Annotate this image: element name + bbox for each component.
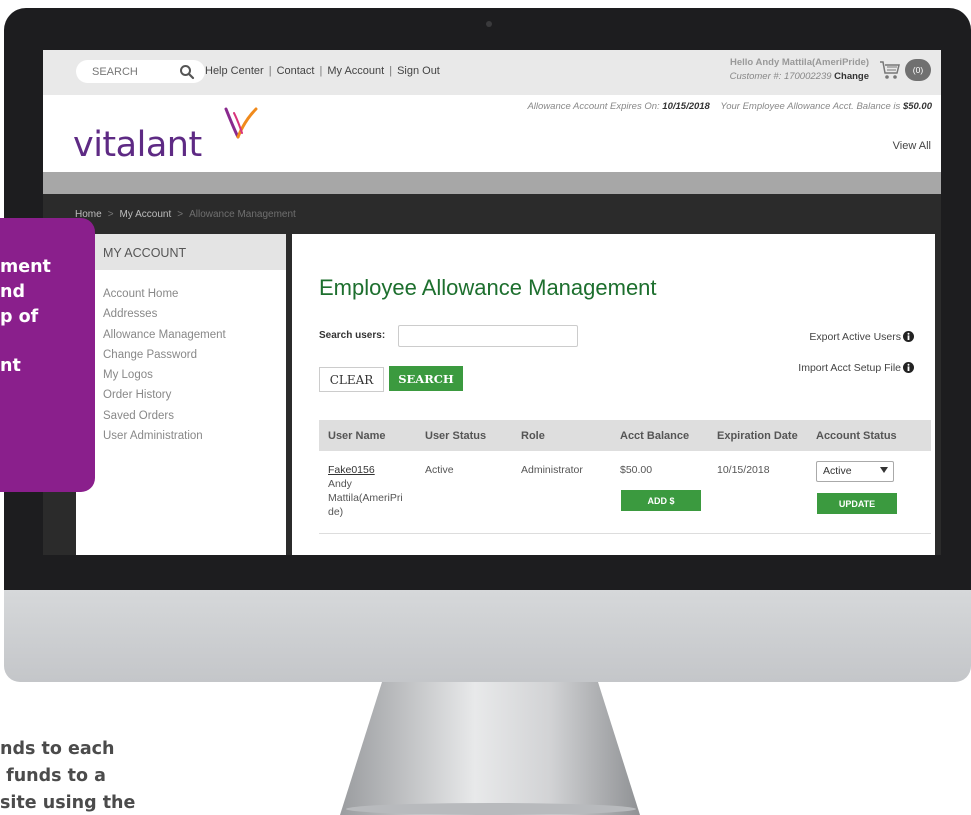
breadcrumb-my-account[interactable]: My Account (120, 209, 172, 220)
top-bar: SEARCH Help Center | Contact | My Account | Si… (43, 50, 941, 95)
callout-text: ment nd p of nt (0, 257, 51, 377)
role-cell: Administrator (521, 464, 583, 476)
user-full-name-2: Mattila(AmeriPri (328, 492, 403, 504)
search-placeholder: SEARCH (92, 65, 138, 78)
add-funds-button[interactable]: ADD $ (621, 490, 701, 511)
col-user-status: User Status (425, 430, 487, 442)
page-title: Employee Allowance Management (319, 275, 657, 300)
import-acct-setup-link[interactable]: Import Acct Setup File (798, 362, 901, 374)
table-row: Fake0156 Andy Mattila(AmeriPri de) Activ… (319, 451, 931, 534)
top-links: Help Center | Contact | My Account | Sign Out (205, 65, 440, 77)
breadcrumb-current: Allowance Management (189, 209, 296, 220)
user-status-cell: Active (425, 464, 454, 476)
search-button[interactable]: SEARCH (389, 366, 463, 391)
balance-label: Your Employee Allowance Acct. Balance is (720, 101, 901, 112)
user-id-link[interactable]: Fake0156 (328, 463, 413, 477)
col-user-name: User Name (328, 430, 386, 442)
info-icon[interactable] (903, 362, 914, 373)
sidebar-item-my-logos[interactable]: My Logos (103, 365, 286, 385)
sidebar-item-saved-orders[interactable]: Saved Orders (103, 406, 286, 426)
user-name-cell: Fake0156 Andy Mattila(AmeriPri de) (328, 463, 413, 519)
screen: SEARCH Help Center | Contact | My Account | Si… (43, 50, 941, 555)
balance-value: $50.00 (902, 101, 932, 112)
change-customer-link[interactable]: Change (834, 71, 869, 82)
sidebar-item-change-password[interactable]: Change Password (103, 345, 286, 365)
user-full-name-3: de) (328, 506, 344, 518)
contact-link[interactable]: Contact (277, 65, 315, 77)
content-area: Home > My Account > Allowance Management MY … (43, 194, 941, 555)
stand-base (346, 803, 636, 815)
clear-button[interactable]: CLEAR (319, 367, 384, 392)
col-role: Role (521, 430, 545, 442)
user-greeting: Hello Andy Mattila(AmeriPride) Customer … (730, 56, 869, 84)
sidebar-item-addresses[interactable]: Addresses (103, 304, 286, 324)
user-full-name-1: Andy (328, 478, 352, 490)
sidebar-menu: Account Home Addresses Allowance Managem… (76, 270, 286, 446)
site-header: vitalant Allowance Account Expires On: 1… (43, 95, 941, 172)
table-header: User Name User Status Role Acct Balance … (319, 420, 931, 451)
search-icon[interactable] (179, 64, 195, 80)
greeting-name: Hello Andy Mattila(AmeriPride) (729, 57, 869, 68)
cart-count-badge[interactable]: (0) (905, 59, 931, 81)
monitor-chin (4, 590, 971, 682)
monitor-stand (340, 682, 640, 815)
sidebar-item-order-history[interactable]: Order History (103, 385, 286, 405)
col-acct-balance: Acct Balance (620, 430, 690, 442)
sidebar-item-allowance-management[interactable]: Allowance Management (103, 325, 286, 345)
info-icon[interactable] (903, 331, 914, 342)
breadcrumb: Home > My Account > Allowance Management (75, 209, 296, 220)
vitalant-logo[interactable]: vitalant (73, 125, 202, 165)
view-all-link[interactable]: View All (893, 140, 931, 152)
account-sidebar: MY ACCOUNT Account Home Addresses Allowa… (76, 234, 286, 555)
my-account-link[interactable]: My Account (327, 65, 384, 77)
customer-number: Customer #: 170002239 (729, 71, 832, 82)
search-users-label: Search users: (319, 330, 386, 341)
expiry-label: Allowance Account Expires On: (527, 101, 660, 112)
search-users-input[interactable] (398, 325, 578, 347)
update-button[interactable]: UPDATE (817, 493, 897, 514)
col-account-status: Account Status (816, 430, 897, 442)
bottom-caption: nds to each funds to a site using the (0, 739, 136, 813)
sidebar-item-account-home[interactable]: Account Home (103, 284, 286, 304)
export-active-users-link[interactable]: Export Active Users (809, 331, 901, 343)
allowance-info: Allowance Account Expires On: 10/15/2018… (527, 101, 932, 112)
main-panel: Employee Allowance Management Search use… (292, 234, 935, 555)
logo-swoosh-icon (224, 107, 258, 139)
chevron-down-icon (880, 467, 888, 473)
sign-out-link[interactable]: Sign Out (397, 65, 440, 77)
camera-dot (486, 21, 492, 27)
account-status-select[interactable]: Active (816, 461, 894, 482)
expiration-date-cell: 10/15/2018 (717, 464, 770, 476)
account-status-value: Active (823, 465, 852, 477)
sidebar-item-user-administration[interactable]: User Administration (103, 426, 286, 446)
help-center-link[interactable]: Help Center (205, 65, 264, 77)
nav-bar (43, 172, 941, 194)
cart-icon[interactable] (879, 60, 901, 80)
col-expiration-date: Expiration Date (717, 430, 798, 442)
acct-balance-cell: $50.00 (620, 464, 653, 476)
sidebar-title: MY ACCOUNT (76, 234, 286, 270)
expiry-date: 10/15/2018 (662, 101, 710, 112)
export-label: Export Active Users (809, 331, 901, 343)
import-label: Import Acct Setup File (798, 362, 901, 374)
